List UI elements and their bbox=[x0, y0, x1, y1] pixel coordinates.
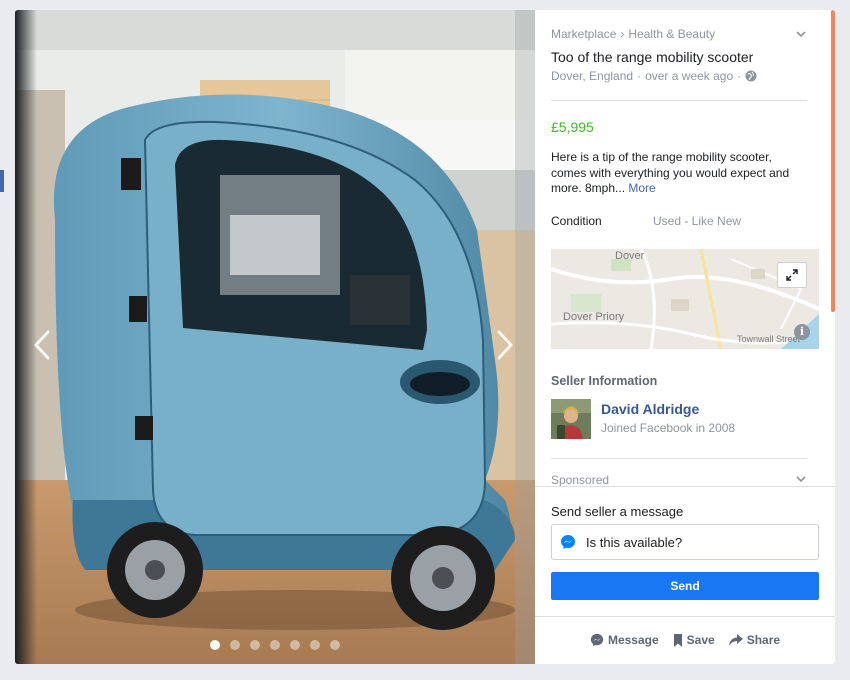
divider bbox=[535, 616, 835, 617]
carousel-dot[interactable] bbox=[310, 640, 320, 650]
listing-price: £5,995 bbox=[551, 119, 594, 135]
globe-icon bbox=[745, 70, 757, 82]
listing-title: Too of the range mobility scooter bbox=[551, 49, 754, 65]
listing-details-scroll[interactable]: Marketplace › Health & Beauty Too of the r… bbox=[551, 10, 819, 486]
messenger-icon bbox=[561, 535, 575, 549]
marketplace-item-modal: Marketplace › Health & Beauty Too of the r… bbox=[15, 10, 835, 664]
carousel-dot[interactable] bbox=[330, 640, 340, 650]
info-icon[interactable]: i bbox=[794, 324, 810, 340]
seller-name[interactable]: David Aldridge bbox=[601, 401, 699, 417]
carousel-dot[interactable] bbox=[290, 640, 300, 650]
action-bar: Message Save Share bbox=[535, 633, 835, 647]
message-label: Send seller a message bbox=[551, 504, 684, 519]
condition-value: Used - Like New bbox=[653, 214, 742, 228]
scrollbar-thumb[interactable] bbox=[831, 10, 835, 312]
carousel-dot[interactable] bbox=[210, 640, 220, 650]
description-text: Here is a tip of the range mobility scoo… bbox=[551, 150, 790, 195]
message-input[interactable] bbox=[586, 534, 806, 550]
carousel-dot[interactable] bbox=[250, 640, 260, 650]
expand-icon bbox=[786, 269, 798, 281]
meta-separator: · bbox=[637, 69, 642, 83]
listing-meta: Dover, England · over a week ago · bbox=[551, 69, 757, 83]
messenger-icon bbox=[590, 633, 604, 647]
seller-section-title: Seller Information bbox=[551, 374, 658, 388]
avatar[interactable] bbox=[551, 399, 591, 439]
carousel-dot[interactable] bbox=[230, 640, 240, 650]
share-icon bbox=[728, 634, 743, 646]
chevron-down-icon[interactable] bbox=[795, 473, 807, 485]
breadcrumb-separator: › bbox=[620, 27, 625, 41]
message-field[interactable] bbox=[551, 524, 819, 560]
breadcrumb: Marketplace › Health & Beauty bbox=[551, 27, 715, 41]
condition-label: Condition bbox=[551, 214, 602, 228]
message-seller-section: Send seller a message Send Message bbox=[535, 486, 835, 664]
location-map[interactable]: Dover Dover Priory Townwall Street i bbox=[551, 249, 819, 349]
share-button[interactable]: Share bbox=[728, 633, 781, 647]
save-button-label: Save bbox=[686, 633, 715, 647]
map-label-street: Townwall Street bbox=[737, 334, 801, 344]
message-button-label: Message bbox=[607, 633, 659, 647]
listing-photo bbox=[15, 10, 535, 664]
bookmark-icon bbox=[673, 633, 682, 647]
map-label-priory: Dover Priory bbox=[563, 311, 625, 323]
meta-separator: · bbox=[737, 69, 742, 83]
listing-location[interactable]: Dover, England bbox=[551, 69, 633, 83]
chevron-down-icon[interactable] bbox=[795, 28, 807, 40]
map-expand-button[interactable] bbox=[777, 262, 807, 288]
next-photo-button[interactable] bbox=[490, 320, 520, 370]
carousel-dot[interactable] bbox=[270, 640, 280, 650]
chevron-left-icon bbox=[34, 330, 50, 360]
photo-viewer bbox=[15, 10, 535, 664]
breadcrumb-marketplace[interactable]: Marketplace bbox=[551, 27, 616, 41]
share-button-label: Share bbox=[746, 633, 781, 647]
save-button[interactable]: Save bbox=[673, 633, 715, 647]
listing-posted-time: over a week ago bbox=[645, 69, 734, 83]
message-button[interactable]: Message bbox=[590, 633, 659, 647]
listing-details-panel: Marketplace › Health & Beauty Too of the r… bbox=[535, 10, 835, 664]
left-edge-tab bbox=[0, 170, 4, 192]
divider bbox=[551, 100, 807, 101]
previous-photo-button[interactable] bbox=[27, 320, 57, 370]
seller-joined: Joined Facebook in 2008 bbox=[601, 421, 736, 435]
listing-description: Here is a tip of the range mobility scoo… bbox=[551, 150, 803, 197]
send-button[interactable]: Send bbox=[551, 572, 819, 600]
breadcrumb-category[interactable]: Health & Beauty bbox=[628, 27, 715, 41]
seller-photo bbox=[551, 399, 591, 439]
sponsored-section[interactable]: Sponsored bbox=[551, 473, 609, 486]
map-label-city: Dover bbox=[615, 250, 645, 262]
divider bbox=[551, 458, 807, 459]
more-link[interactable]: More bbox=[628, 181, 655, 195]
photo-carousel-dots bbox=[15, 640, 535, 650]
chevron-right-icon bbox=[497, 330, 513, 360]
